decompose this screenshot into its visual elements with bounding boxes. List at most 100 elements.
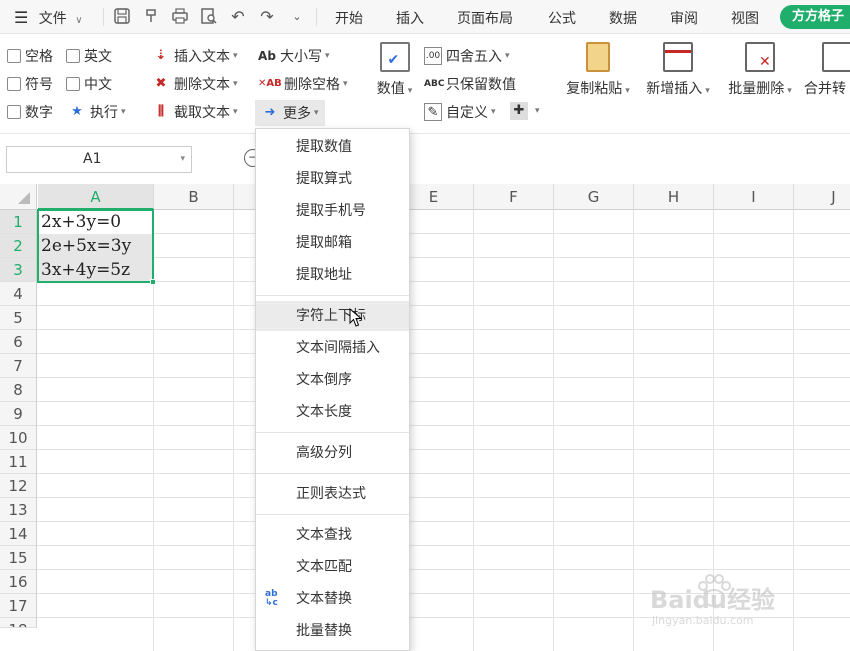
- batch-delete-button[interactable]: ✕ 批量删除 ▾: [724, 42, 796, 98]
- tab-home[interactable]: 开始: [335, 8, 363, 28]
- row-header-2[interactable]: 2: [0, 234, 37, 258]
- redo-icon[interactable]: ↷: [257, 7, 277, 26]
- column-header-f[interactable]: F: [474, 184, 554, 210]
- menubar: ☰ 文件 ∨ ↶ ↷ ⌄ 开始 插入 页面布局 公式 数据 审阅 视图 方方格子: [0, 0, 850, 34]
- tab-view[interactable]: 视图: [731, 8, 759, 28]
- menu-item-text-interval-insert[interactable]: 文本间隔插入: [256, 333, 409, 363]
- baidu-watermark: Baidu经验 jingyan.baidu.com: [650, 572, 830, 642]
- tab-formulas[interactable]: 公式: [548, 8, 576, 28]
- numeric-button[interactable]: ✔ 数值 ▾: [372, 42, 417, 98]
- row-header-11[interactable]: 11: [0, 450, 37, 474]
- menu-item-text-reverse[interactable]: 文本倒序: [256, 365, 409, 395]
- undo-icon[interactable]: ↶: [228, 7, 248, 26]
- merge-button[interactable]: 合并转: [804, 42, 850, 98]
- custom-button[interactable]: ✎ 自定义 ▾: [424, 102, 496, 122]
- name-box-value: A1: [83, 151, 102, 167]
- print-icon[interactable]: [170, 7, 190, 29]
- tab-insert[interactable]: 插入: [396, 8, 424, 28]
- add-insert-button[interactable]: 新增插入 ▾: [642, 42, 714, 98]
- row-header-3[interactable]: 3: [0, 258, 37, 282]
- row-header-10[interactable]: 10: [0, 426, 37, 450]
- column-header-a[interactable]: A: [38, 184, 154, 210]
- row-header-7[interactable]: 7: [0, 354, 37, 378]
- tab-data[interactable]: 数据: [609, 8, 637, 28]
- case-button[interactable]: Ab 大小写 ▾: [258, 46, 329, 66]
- column-header-h[interactable]: H: [634, 184, 714, 210]
- print-preview-icon[interactable]: [199, 7, 219, 29]
- menu-item-extract-address[interactable]: 提取地址: [256, 260, 409, 290]
- insert-text-icon: ⇣: [155, 48, 167, 63]
- keep-numeric-button[interactable]: ABC 只保留数值: [424, 74, 516, 94]
- copy-paste-button[interactable]: 复制粘贴 ▾: [562, 42, 634, 98]
- chevron-down-icon: ▾: [625, 86, 630, 96]
- chevron-down-icon: ▾: [705, 86, 710, 96]
- row-header-14[interactable]: 14: [0, 522, 37, 546]
- row-header-8[interactable]: 8: [0, 378, 37, 402]
- menu-item-extract-email[interactable]: 提取邮箱: [256, 228, 409, 258]
- selection-border: [37, 209, 154, 283]
- row-header-12[interactable]: 12: [0, 474, 37, 498]
- tab-review[interactable]: 审阅: [670, 8, 698, 28]
- delete-text-button[interactable]: ✖ 删除文本 ▾: [152, 74, 238, 94]
- checkbox-english[interactable]: 英文: [66, 46, 112, 66]
- insert-text-button[interactable]: ⇣ 插入文本 ▾: [152, 46, 238, 66]
- column-header-g[interactable]: G: [554, 184, 634, 210]
- customize-toolbar-icon[interactable]: ⌄: [287, 10, 307, 23]
- format-painter-icon[interactable]: [142, 7, 162, 29]
- row-header-18[interactable]: 18: [0, 618, 37, 628]
- tab-fangfang-gezi[interactable]: 方方格子: [780, 5, 850, 29]
- app-window: ☰ 文件 ∨ ↶ ↷ ⌄ 开始 插入 页面布局 公式 数据 审阅 视图 方方格子: [0, 0, 850, 651]
- file-menu[interactable]: ☰ 文件 ∨: [14, 8, 83, 28]
- chevron-down-icon: ▾: [535, 106, 540, 116]
- add-button[interactable]: ✚ ▾: [510, 102, 540, 120]
- menu-item-extract-formula[interactable]: 提取算式: [256, 164, 409, 194]
- gridline: [37, 377, 850, 378]
- menu-item-text-find[interactable]: 文本查找: [256, 520, 409, 550]
- menu-item-text-match[interactable]: 文本匹配: [256, 552, 409, 582]
- menu-item-extract-numeric[interactable]: 提取数值: [256, 132, 409, 162]
- row-header-1[interactable]: 1: [0, 210, 37, 234]
- row-header-4[interactable]: 4: [0, 282, 37, 306]
- row-header-5[interactable]: 5: [0, 306, 37, 330]
- checkbox-box: [7, 49, 21, 63]
- checkbox-label: 中文: [84, 77, 112, 93]
- checkbox-symbol[interactable]: 符号: [7, 74, 53, 94]
- menu-divider: [256, 432, 409, 433]
- row-header-6[interactable]: 6: [0, 330, 37, 354]
- row-header-9[interactable]: 9: [0, 402, 37, 426]
- save-icon[interactable]: [112, 7, 132, 29]
- chevron-down-icon: ▾: [121, 107, 126, 117]
- name-box[interactable]: A1 ▾: [6, 146, 192, 173]
- more-dropdown-menu: 提取数值 提取算式 提取手机号 提取邮箱 提取地址 字符上下标 文本间隔插入 文…: [255, 128, 410, 651]
- select-all-corner[interactable]: [0, 184, 37, 210]
- row-header-15[interactable]: 15: [0, 546, 37, 570]
- menu-item-batch-replace[interactable]: 批量替换: [256, 616, 409, 646]
- menu-item-extract-phone[interactable]: 提取手机号: [256, 196, 409, 226]
- menu-item-text-length[interactable]: 文本长度: [256, 397, 409, 427]
- checkbox-number[interactable]: 数字: [7, 102, 53, 122]
- gridline: [233, 210, 234, 651]
- execute-button[interactable]: ★ 执行 ▾: [68, 102, 126, 122]
- menu-item-regex[interactable]: 正则表达式: [256, 479, 409, 509]
- column-header-j[interactable]: J: [794, 184, 850, 210]
- menu-divider: [256, 514, 409, 515]
- row-header-16[interactable]: 16: [0, 570, 37, 594]
- gridline: [37, 329, 850, 330]
- batch-delete-icon: ✕: [745, 42, 775, 72]
- menu-item-advanced-split[interactable]: 高级分列: [256, 438, 409, 468]
- column-header-i[interactable]: I: [714, 184, 794, 210]
- watermark-url: jingyan.baidu.com: [652, 614, 754, 627]
- row-header-13[interactable]: 13: [0, 498, 37, 522]
- delete-text-label: 删除文本: [174, 77, 230, 93]
- menu-item-superscript-subscript[interactable]: 字符上下标: [256, 301, 409, 331]
- extract-text-button[interactable]: ⫼ 截取文本 ▾: [152, 102, 238, 122]
- tab-page-layout[interactable]: 页面布局: [457, 8, 513, 28]
- checkbox-chinese[interactable]: 中文: [66, 74, 112, 94]
- column-header-b[interactable]: B: [154, 184, 234, 210]
- more-button[interactable]: ➜ 更多 ▾: [255, 100, 325, 126]
- row-header-17[interactable]: 17: [0, 594, 37, 618]
- fill-handle[interactable]: [150, 279, 156, 285]
- delete-space-button[interactable]: ✕AB 删除空格 ▾: [258, 74, 348, 94]
- checkbox-space[interactable]: 空格: [7, 46, 53, 66]
- round-button[interactable]: .00 四舍五入 ▾: [424, 46, 510, 66]
